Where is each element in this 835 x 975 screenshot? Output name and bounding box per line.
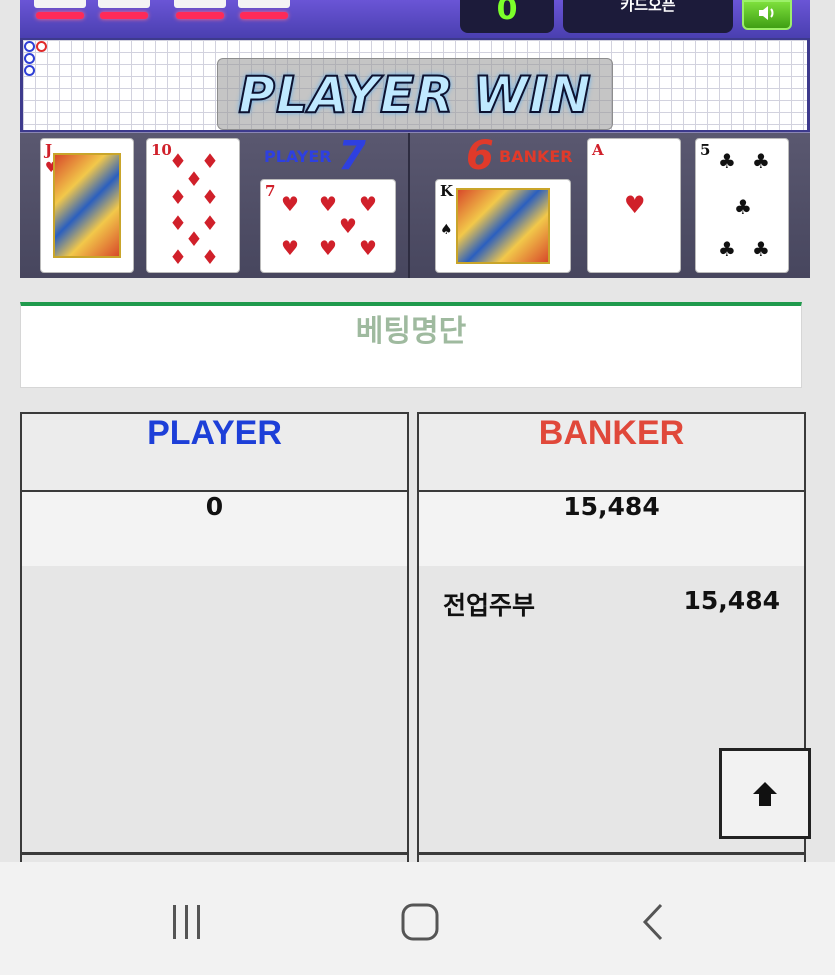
bettor-name: 전업주부 <box>443 591 536 620</box>
suit-pip: ♥ <box>339 214 357 238</box>
player-total: 7 <box>338 133 366 179</box>
banker-column-header: BANKER <box>419 414 804 492</box>
player-card-2: 10 ♦ ♦ ♦ ♦ ♦ ♦ ♦ ♦ ♦ ♦ <box>146 138 240 273</box>
game-area: 0 카드오픈 PLAYER WIN J ♥ 10 ♦ ♦ ♦ ♦ ♦ ♦ ♦ ♦ <box>20 0 810 278</box>
betting-list-title: 베팅명단 <box>355 314 467 349</box>
player-card-1: J ♥ <box>40 138 134 273</box>
road-dot-banker <box>36 41 47 52</box>
suit-pip: ♦ <box>201 149 219 173</box>
banker-label: BANKER <box>499 147 573 166</box>
card-rank: 7 <box>265 182 276 200</box>
game-top-bar: 0 카드오픈 <box>20 0 810 38</box>
banker-total: 6 <box>466 133 494 179</box>
home-button[interactable] <box>390 898 450 946</box>
suit-pip: ♣ <box>734 195 752 219</box>
card-table: J ♥ 10 ♦ ♦ ♦ ♦ ♦ ♦ ♦ ♦ ♦ ♦ PLAYER 7 7 ♥ … <box>20 132 810 278</box>
player-column-header: PLAYER <box>22 414 407 492</box>
road-dot-player <box>24 53 35 64</box>
player-card-3: 7 ♥ ♥ ♥ ♥ ♥ ♥ ♥ <box>260 179 396 273</box>
speaker-icon[interactable] <box>742 0 792 30</box>
back-button[interactable] <box>625 898 685 946</box>
player-label: PLAYER <box>264 147 332 166</box>
bet-amount: 15,484 <box>683 586 780 615</box>
mini-bet-bar <box>36 12 84 19</box>
suit-pip: ♣ <box>718 237 736 261</box>
banker-card-1: K ♠ <box>435 179 571 273</box>
scroll-to-top-button[interactable] <box>719 748 811 839</box>
card-rank: 5 <box>700 141 711 159</box>
column-footer-line <box>417 852 806 862</box>
back-icon <box>642 903 663 941</box>
suit-pip: ♥ <box>281 192 299 216</box>
mini-card <box>34 0 86 8</box>
jack-face-art <box>53 153 121 258</box>
suit-pip: ♥ <box>359 236 377 260</box>
suit-pip: ♦ <box>201 185 219 209</box>
road-dot-player <box>24 65 35 76</box>
suit-pip: ♦ <box>201 211 219 235</box>
suit-pip: ♦ <box>169 245 187 269</box>
column-footer-line <box>20 852 409 862</box>
mini-bet-bar <box>176 12 224 19</box>
recent-apps-button[interactable] <box>157 898 217 946</box>
suit-pip: ♣ <box>752 237 770 261</box>
card-rank: K <box>440 182 454 200</box>
banker-bet-total: 15,484 <box>419 492 804 566</box>
suit-pip: ♥ <box>359 192 377 216</box>
result-banner: PLAYER WIN <box>217 58 613 130</box>
suit-pip: ♥ <box>281 236 299 260</box>
banker-card-3: 5 ♣ ♣ ♣ ♣ ♣ <box>695 138 789 273</box>
mini-bet-bar <box>240 12 288 19</box>
suit-pip: ♣ <box>718 149 736 173</box>
card-open-button[interactable]: 카드오픈 <box>563 0 733 33</box>
card-suit: ♥ <box>624 191 646 219</box>
road-dot-player <box>24 41 35 52</box>
mini-card <box>238 0 290 8</box>
betting-list-header: 베팅명단 <box>20 302 802 388</box>
player-bet-total: 0 <box>22 492 407 566</box>
list-item: 전업주부 15,484 <box>419 566 804 642</box>
player-bet-column: PLAYER 0 <box>20 412 409 862</box>
table-divider <box>408 133 410 278</box>
mini-bet-bar <box>100 12 148 19</box>
suit-pip: ♥ <box>319 192 337 216</box>
mini-card <box>174 0 226 8</box>
home-icon <box>401 903 439 941</box>
system-nav-bar <box>0 862 835 975</box>
suit-pip: ♦ <box>169 185 187 209</box>
card-rank: A <box>592 141 604 159</box>
banker-card-2: A ♥ <box>587 138 681 273</box>
suit-pip: ♥ <box>319 236 337 260</box>
recent-apps-icon <box>173 905 200 939</box>
mini-card <box>98 0 150 8</box>
suit-pip: ♦ <box>201 245 219 269</box>
king-face-art <box>456 188 550 264</box>
score-display: 0 <box>460 0 554 33</box>
card-suit: ♠ <box>440 222 453 238</box>
arrow-up-icon <box>753 781 777 806</box>
card-rank: J <box>45 141 53 159</box>
suit-pip: ♣ <box>752 149 770 173</box>
